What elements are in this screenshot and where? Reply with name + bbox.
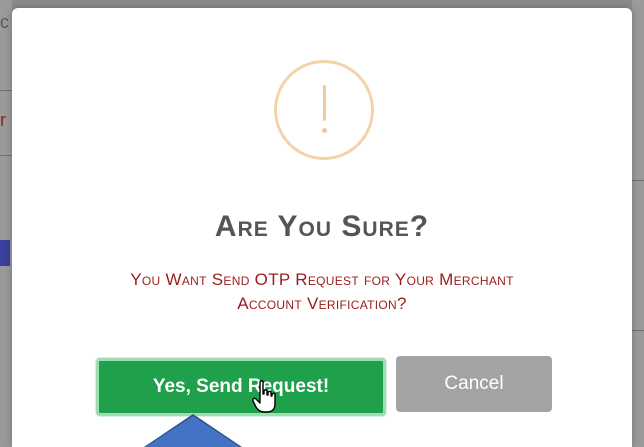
exclamation-dot bbox=[322, 128, 327, 133]
warning-exclamation-icon bbox=[274, 60, 374, 160]
backdrop-divider bbox=[632, 180, 644, 181]
dialog-message-line-2: Account Verification? bbox=[237, 294, 407, 313]
confirm-button-label: Yes, Send Request! bbox=[152, 376, 330, 397]
confirm-send-request-button[interactable]: Yes, Send Request! bbox=[96, 358, 386, 416]
backdrop-text-fragment: r bbox=[0, 110, 6, 130]
hand-pointer-cursor-icon bbox=[252, 380, 276, 413]
backdrop-divider bbox=[0, 90, 12, 91]
cancel-button-label: Cancel bbox=[444, 373, 504, 394]
dialog-title: Are You Sure? bbox=[214, 210, 430, 243]
confirm-dialog: Are You Sure? You Want Send OTP Request … bbox=[12, 8, 632, 447]
backdrop-blue-element bbox=[0, 240, 10, 266]
dialog-message-line-1: You Want Send OTP Request for Your Merch… bbox=[130, 270, 514, 289]
exclamation-bar bbox=[323, 85, 326, 121]
backdrop-divider bbox=[0, 155, 12, 156]
dialog-message: You Want Send OTP Request for Your Merch… bbox=[52, 268, 592, 316]
backdrop-divider bbox=[632, 330, 644, 331]
annotation-up-arrow-icon bbox=[146, 416, 240, 447]
backdrop-left-strip bbox=[0, 0, 12, 447]
backdrop-text-fragment: c bbox=[0, 12, 9, 32]
backdrop-right-strip bbox=[632, 0, 644, 447]
cancel-button[interactable]: Cancel bbox=[396, 356, 552, 412]
